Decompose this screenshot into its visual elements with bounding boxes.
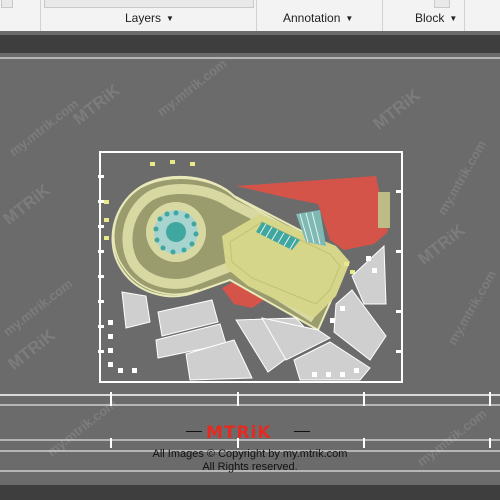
- logo-rule-right: [294, 431, 310, 432]
- rights-text: All Rights reserved.: [202, 461, 298, 473]
- mtrik-logo: MTRiK: [206, 423, 272, 443]
- copyright-text: All Images © Copyright by my.mtrik.com: [152, 448, 348, 460]
- plaza-fountain: [166, 222, 186, 242]
- building-wing: [378, 192, 390, 228]
- logo-rule-left: [186, 431, 202, 432]
